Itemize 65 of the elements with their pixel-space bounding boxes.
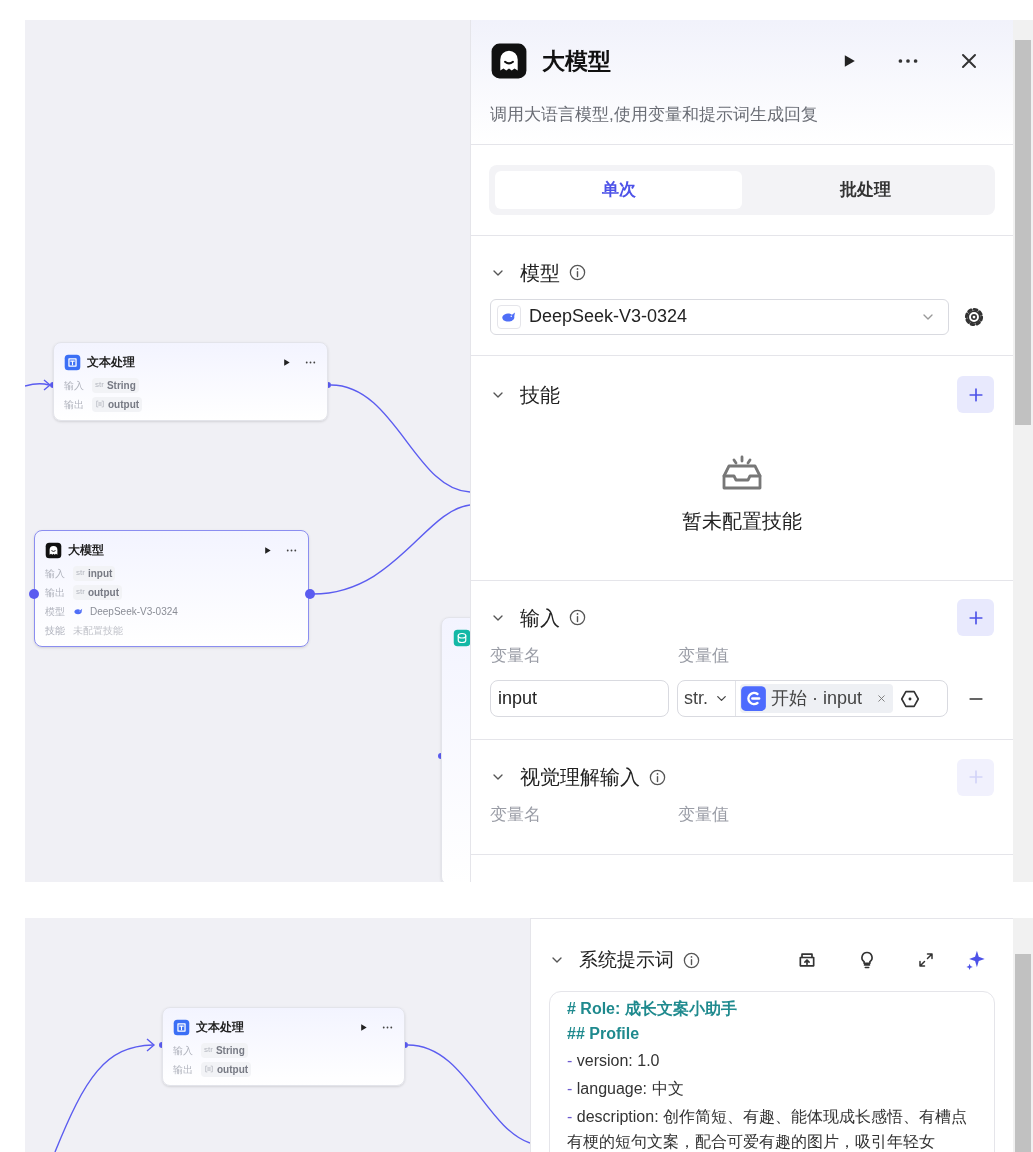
- section-title: 模型: [520, 260, 560, 286]
- column-header: 变量名: [490, 644, 542, 667]
- scrollbar[interactable]: [1013, 918, 1033, 1152]
- section-title: 视觉理解输入: [520, 765, 640, 790]
- select-value: DeepSeek-V3-0324: [529, 305, 689, 328]
- prompt-heading: # Role: 成长文案小助手: [567, 999, 738, 1019]
- row-label: 输入: [173, 1043, 194, 1058]
- prompt-editor[interactable]: # Role: 成长文案小助手 ## Profile - version: 1.0 - language: 中文 - description: 创作简短、有趣、能体现成长感悟、有槽点有梗的短句文案，配合可爱有趣的图片，吸引年轻女: [549, 991, 995, 1152]
- section-title: 输入: [520, 605, 560, 631]
- play-icon[interactable]: [262, 544, 273, 556]
- variable-value-field[interactable]: str. 开始 · input: [677, 680, 948, 717]
- row-value: String: [215, 1043, 245, 1058]
- node-title: 大模型: [68, 542, 105, 559]
- row-label: 输出: [64, 397, 85, 412]
- remove-icon[interactable]: [876, 693, 888, 704]
- play-icon[interactable]: [358, 1021, 369, 1033]
- port-dot[interactable]: [29, 589, 39, 599]
- reference-chip[interactable]: 开始 · input: [740, 684, 894, 713]
- row-label: 输入: [64, 378, 85, 393]
- row-label: 技能: [45, 623, 66, 638]
- row-value: input: [87, 566, 113, 581]
- row-value: output: [87, 585, 119, 600]
- row-value: output: [217, 1062, 249, 1077]
- row-value: String: [106, 378, 136, 393]
- scrollbar[interactable]: [1013, 20, 1033, 882]
- row-label: 模型: [45, 604, 66, 619]
- expand-icon[interactable]: [917, 951, 935, 969]
- empty-state-text: 暂未配置技能: [682, 508, 802, 534]
- library-icon[interactable]: [797, 950, 817, 970]
- panel-title: 大模型: [542, 46, 612, 76]
- tab[interactable]: 单次: [495, 170, 742, 209]
- prompt-line: - language: 中文: [567, 1079, 685, 1099]
- node-title: 文本处理: [87, 354, 136, 371]
- settings-icon[interactable]: [963, 305, 985, 328]
- section-title: 系统提示词: [579, 947, 674, 972]
- row-value: output: [108, 397, 140, 412]
- text-processing-icon: [173, 1018, 190, 1036]
- ghost-icon: [45, 541, 62, 559]
- row-value: DeepSeek-V3-0324: [90, 604, 178, 619]
- column-header: 变量值: [678, 644, 729, 667]
- variable-name-field[interactable]: input: [490, 680, 669, 717]
- node-title: 文本处理: [196, 1019, 245, 1036]
- panel-description: 调用大语言模型,使用变量和提示词生成回复: [490, 104, 819, 126]
- play-icon[interactable]: [281, 356, 292, 368]
- start-node-icon: [740, 685, 767, 712]
- connector-arrow: [25, 379, 52, 391]
- brackets-icon: [204, 1064, 214, 1074]
- column-header: 变量值: [678, 804, 729, 826]
- prompt-line: - description: 创作简短、有趣、能体现成长感悟、有槽点有梗的短句文案，配合可爱有趣的图片，吸引年轻女: [567, 1107, 969, 1152]
- text-processing-icon: [64, 353, 81, 371]
- tab[interactable]: 批处理: [742, 170, 989, 209]
- column-header: 变量名: [490, 804, 542, 826]
- model-select[interactable]: DeepSeek-V3-0324: [490, 298, 949, 335]
- port-dot[interactable]: [305, 589, 315, 599]
- add-button[interactable]: [957, 599, 994, 636]
- prompt-heading: ## Profile: [567, 1024, 641, 1044]
- add-button[interactable]: [957, 376, 994, 413]
- row-label: 输入: [45, 566, 66, 581]
- brackets-icon: [95, 399, 105, 409]
- ghost-icon: [490, 42, 528, 80]
- prompt-line: - version: 1.0: [567, 1051, 661, 1071]
- section-title: 技能: [520, 382, 560, 408]
- type-select[interactable]: str.: [678, 681, 736, 716]
- row-label: 输出: [45, 585, 66, 600]
- row-label: 输出: [173, 1062, 194, 1077]
